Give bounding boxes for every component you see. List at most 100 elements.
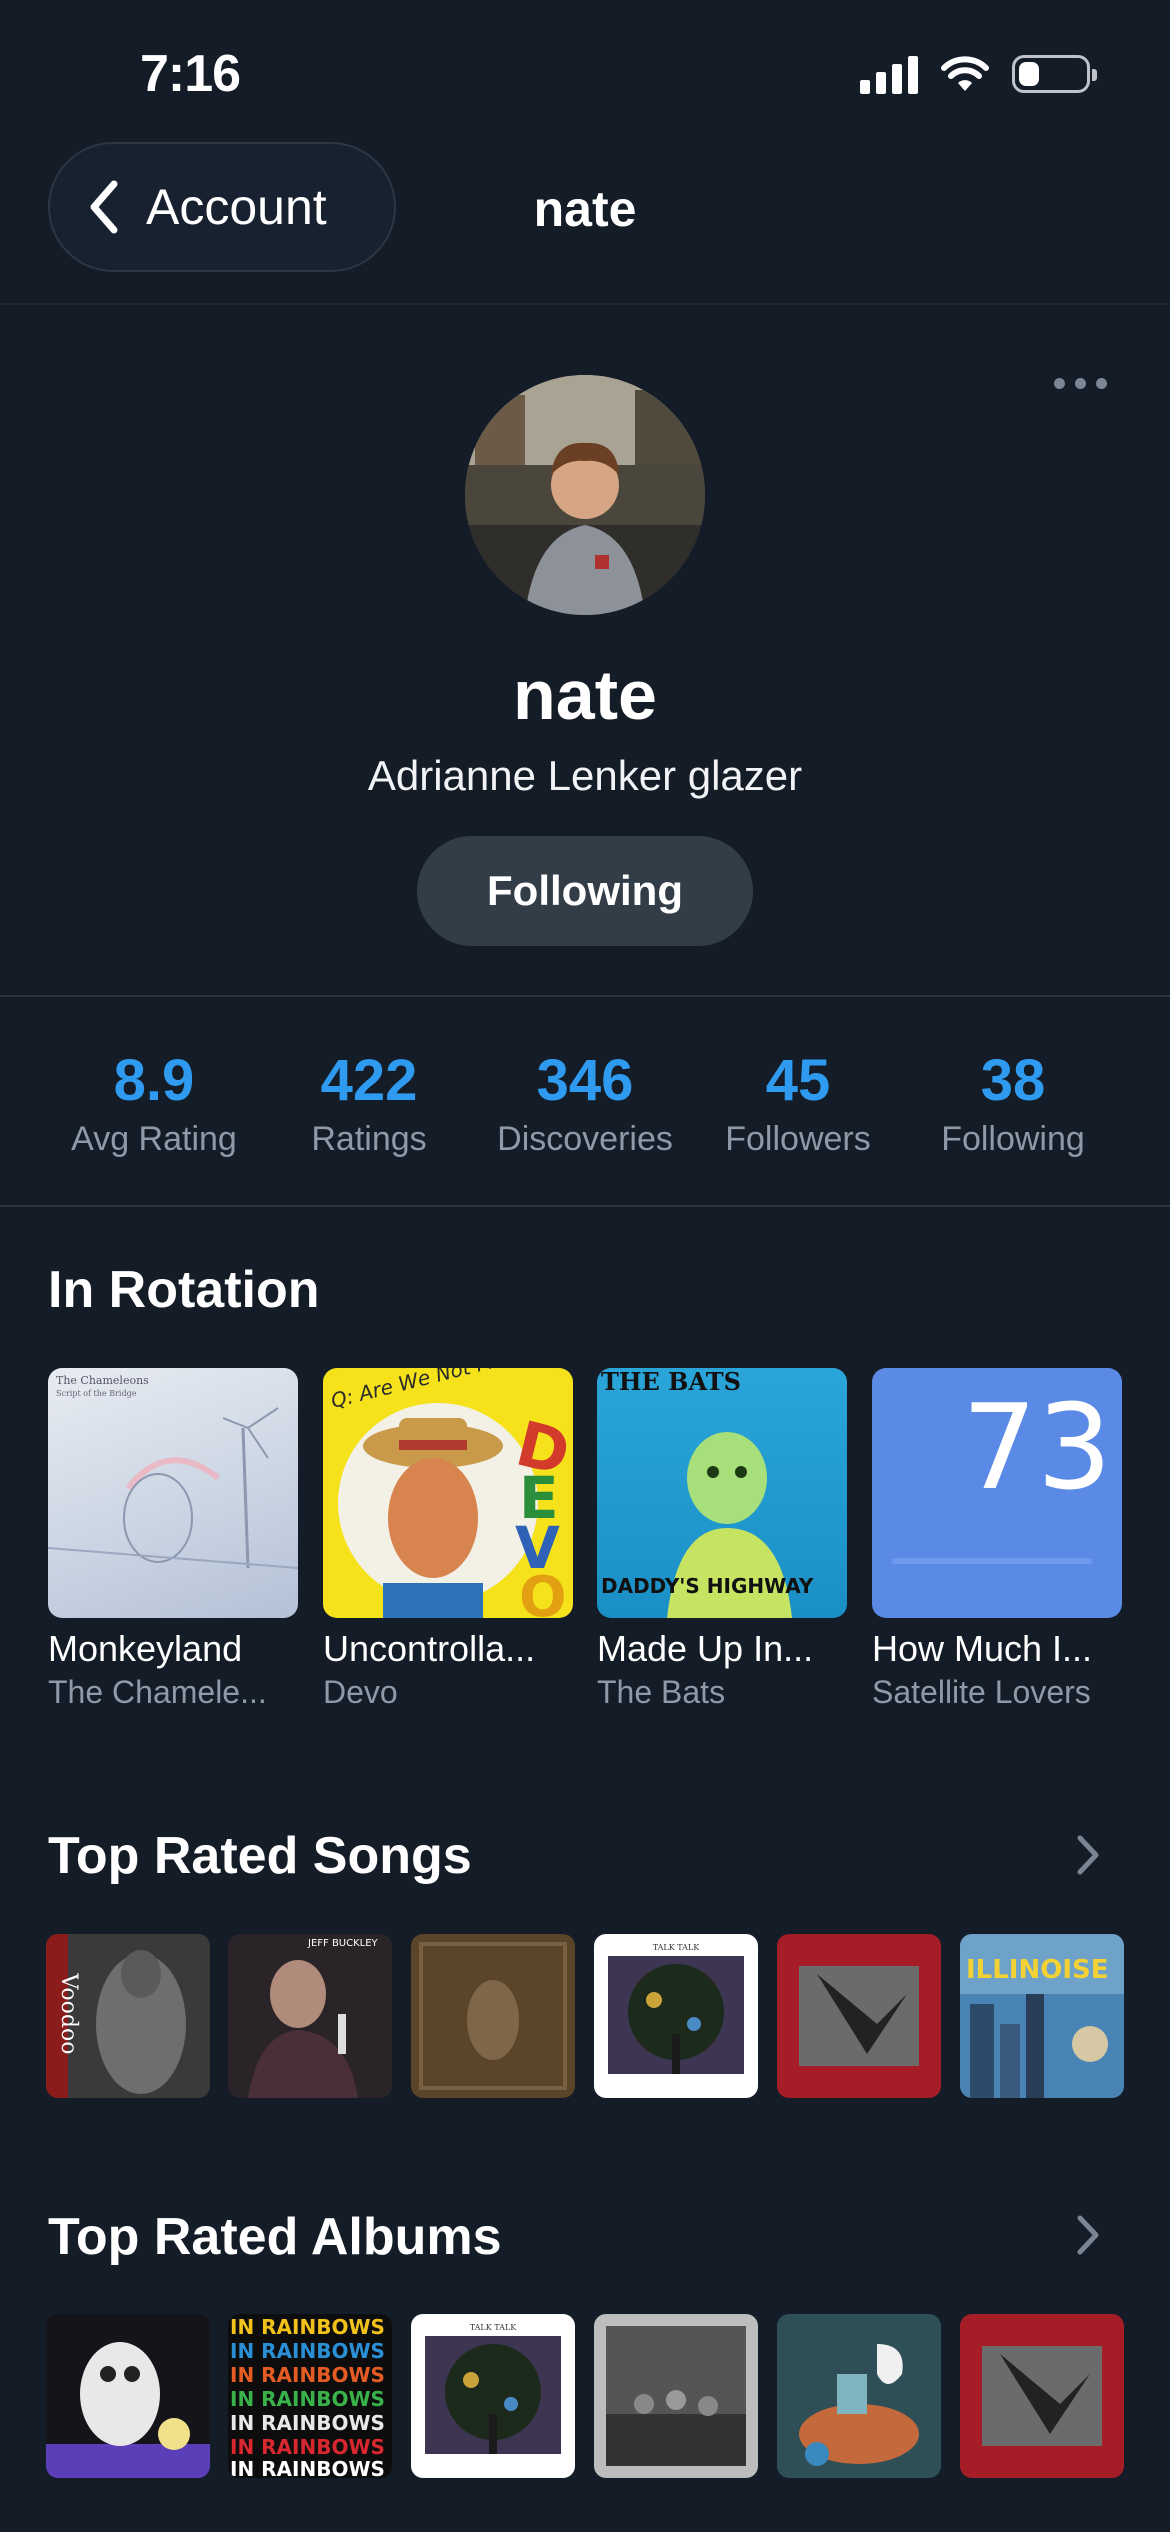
- rotation-item-title: Uncontrolla...: [323, 1628, 536, 1669]
- svg-text:73: 73: [962, 1378, 1112, 1516]
- avatar[interactable]: [465, 375, 705, 615]
- more-dot-icon: [1095, 377, 1107, 389]
- album-cover[interactable]: [594, 2314, 758, 2478]
- rotation-item-title: Monkeyland: [48, 1628, 243, 1669]
- svg-text:The Chameleons: The Chameleons: [56, 1374, 149, 1387]
- profile-bio: Adrianne Lenker glazer: [367, 752, 803, 799]
- album-art: Q: Are We Not Men? D E V O: [328, 1368, 573, 1618]
- album-cover[interactable]: [46, 2314, 210, 2478]
- status-bar: 7:16: [0, 0, 1170, 140]
- album-cover[interactable]: [777, 2314, 941, 2478]
- stat-label: Ratings: [311, 1120, 427, 1158]
- top-rated-albums-title[interactable]: Top Rated Albums: [48, 2207, 502, 2267]
- back-button-label: Account: [146, 179, 327, 235]
- rotation-item-title: Made Up In...: [597, 1628, 814, 1669]
- nav-title-text: nate: [533, 181, 637, 237]
- profile-name: nate: [513, 656, 657, 734]
- rotation-item[interactable]: Q: Are We Not Men? D E V O Uncontrolla..…: [323, 1368, 573, 1711]
- wifi-icon: [941, 56, 989, 91]
- more-dot-icon: [1074, 377, 1086, 389]
- stat-following[interactable]: 38 Following: [906, 1047, 1120, 1159]
- stat-followers[interactable]: 45 Followers: [691, 1047, 905, 1159]
- album-cover[interactable]: IN RAINBOWS IN RAINBOWS IN RAINBOWS IN R…: [228, 2314, 392, 2478]
- album-art: 73: [892, 1378, 1112, 1564]
- back-button[interactable]: Account: [48, 142, 396, 272]
- album-cover: THE BATS DADDY'S HIGHWAY: [597, 1368, 847, 1618]
- album-cover[interactable]: TALK TALK: [411, 2314, 575, 2478]
- top-rated-songs-title[interactable]: Top Rated Songs: [48, 1826, 472, 1886]
- album-cover: Q: Are We Not Men? D E V O: [323, 1368, 573, 1618]
- svg-text:IN RAINBOWS: IN RAINBOWS: [230, 2457, 385, 2478]
- stat-label: Followers: [725, 1120, 871, 1158]
- status-icons: [860, 54, 1097, 94]
- album-art: ILLINOISE: [960, 1934, 1124, 2098]
- rotation-item[interactable]: The Chameleons Script of the Bridge Monk…: [48, 1368, 298, 1711]
- stat-label: Avg Rating: [71, 1120, 237, 1158]
- rotation-item-artist: The Chamele...: [48, 1674, 267, 1710]
- stat-label: Discoveries: [497, 1120, 673, 1158]
- stat-avg-rating[interactable]: 8.9 Avg Rating: [47, 1047, 261, 1159]
- stat-value: 45: [765, 1048, 831, 1113]
- status-time: 7:16: [140, 45, 241, 103]
- svg-text:THE BATS: THE BATS: [601, 1368, 741, 1396]
- svg-text:IN RAINBOWS: IN RAINBOWS: [230, 2411, 385, 2435]
- svg-text:IN RAINBOWS: IN RAINBOWS: [230, 2363, 385, 2387]
- stats-bar: 8.9 Avg Rating 422 Ratings 346 Discoveri…: [0, 995, 1170, 1207]
- album-art: [799, 1966, 919, 2066]
- song-cover[interactable]: JEFF BUCKLEY: [228, 1934, 392, 2098]
- svg-text:Script of the Bridge: Script of the Bridge: [56, 1389, 137, 1398]
- rotation-item[interactable]: 73 How Much I... Satellite Lovers: [872, 1368, 1122, 1711]
- album-art: THE BATS DADDY'S HIGHWAY: [601, 1368, 814, 1618]
- in-rotation-title: In Rotation: [48, 1261, 320, 1319]
- rotation-item[interactable]: THE BATS DADDY'S HIGHWAY Made Up In... T…: [597, 1368, 847, 1711]
- more-options-button[interactable]: [1040, 365, 1120, 401]
- avatar-photo: [465, 375, 705, 615]
- stat-value: 422: [320, 1048, 418, 1113]
- song-cover[interactable]: [411, 1934, 575, 2098]
- album-cover: 73: [872, 1368, 1122, 1618]
- album-art: [46, 2342, 210, 2478]
- album-art: TALK TALK: [425, 2323, 561, 2454]
- album-art: [799, 2344, 919, 2466]
- svg-text:IN RAINBOWS: IN RAINBOWS: [230, 2435, 385, 2459]
- album-art: TALK TALK: [608, 1943, 744, 2074]
- svg-text:DADDY'S HIGHWAY: DADDY'S HIGHWAY: [601, 1574, 814, 1598]
- song-cover[interactable]: TALK TALK: [594, 1934, 758, 2098]
- song-cover[interactable]: [777, 1934, 941, 2098]
- album-art: IN RAINBOWS IN RAINBOWS IN RAINBOWS IN R…: [230, 2315, 385, 2478]
- album-art: Voodoo: [46, 1934, 186, 2098]
- album-art: [606, 2326, 746, 2466]
- svg-text:ILLINOISE: ILLINOISE: [966, 1955, 1109, 1985]
- album-art: [982, 2346, 1102, 2446]
- song-cover[interactable]: Voodoo: [46, 1934, 210, 2098]
- rotation-item-artist: The Bats: [597, 1674, 726, 1710]
- album-cover: The Chameleons Script of the Bridge: [48, 1368, 298, 1618]
- stat-ratings[interactable]: 422 Ratings: [262, 1047, 476, 1159]
- battery-level: [1019, 62, 1039, 86]
- svg-text:O: O: [519, 1565, 567, 1618]
- more-dot-icon: [1053, 377, 1065, 389]
- rotation-item-artist: Satellite Lovers: [872, 1674, 1091, 1710]
- svg-text:JEFF BUCKLEY: JEFF BUCKLEY: [307, 1938, 379, 1949]
- svg-text:IN RAINBOWS: IN RAINBOWS: [230, 2387, 385, 2411]
- song-cover[interactable]: ILLINOISE: [960, 1934, 1124, 2098]
- album-cover[interactable]: [960, 2314, 1124, 2478]
- chevron-right-icon[interactable]: [1068, 2210, 1108, 2260]
- battery-icon: [1012, 55, 1097, 93]
- stat-value: 8.9: [113, 1048, 195, 1113]
- following-button[interactable]: Following: [417, 836, 753, 946]
- album-art: JEFF BUCKLEY: [248, 1938, 379, 2098]
- svg-text:IN RAINBOWS: IN RAINBOWS: [230, 2315, 385, 2339]
- chevron-right-icon[interactable]: [1068, 1830, 1108, 1880]
- stat-discoveries[interactable]: 346 Discoveries: [478, 1047, 692, 1159]
- rotation-item-artist: Devo: [323, 1674, 398, 1710]
- nav-bar: nate Account: [0, 140, 1170, 305]
- stat-value: 346: [536, 1048, 634, 1113]
- svg-text:TALK TALK: TALK TALK: [653, 1943, 700, 1952]
- rotation-item-title: How Much I...: [872, 1628, 1093, 1669]
- stat-value: 38: [980, 1048, 1046, 1113]
- album-art: The Chameleons Script of the Bridge: [48, 1374, 298, 1569]
- cellular-signal-icon: [860, 54, 918, 94]
- svg-text:Voodoo: Voodoo: [56, 1973, 81, 2055]
- chevron-left-icon: [90, 180, 118, 234]
